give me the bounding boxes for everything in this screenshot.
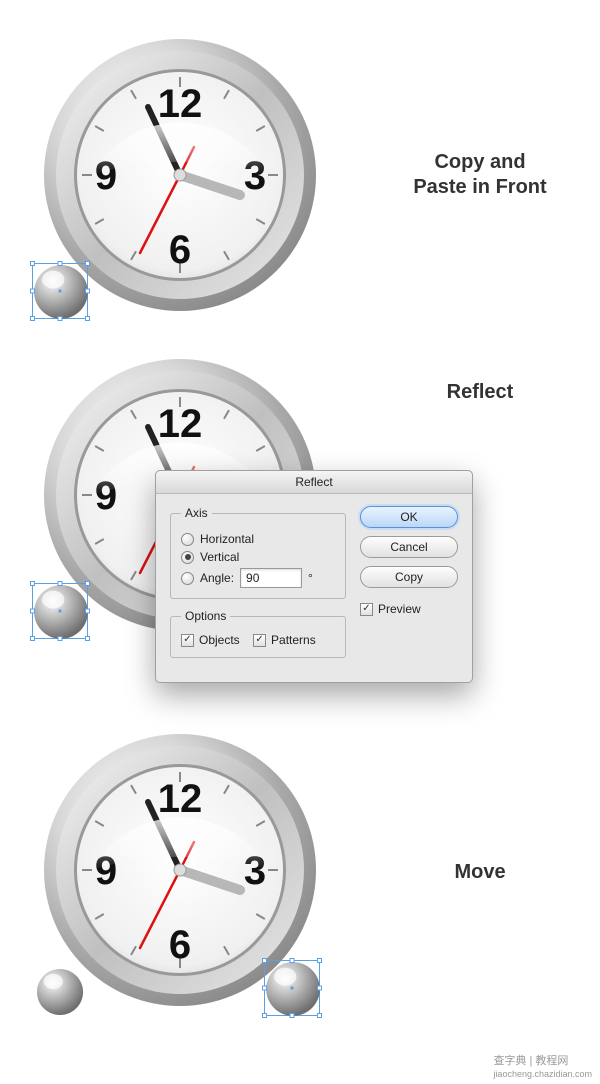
- options-fieldset: Options Objects Patterns: [170, 609, 346, 658]
- checkbox-patterns[interactable]: [253, 634, 266, 647]
- degree-symbol: °: [308, 571, 313, 585]
- reflect-dialog: Reflect Axis Horizontal Vertical Angle:: [155, 470, 473, 683]
- radio-vertical[interactable]: [181, 551, 194, 564]
- axis-fieldset: Axis Horizontal Vertical Angle: 90 °: [170, 506, 346, 599]
- options-legend: Options: [181, 609, 230, 623]
- watermark: 查字典 | 教程网 jiaocheng.chazidian.com: [493, 1052, 592, 1080]
- radio-horizontal[interactable]: [181, 533, 194, 546]
- step-caption: Move: [400, 860, 560, 885]
- clock-foot-left: [36, 968, 84, 1021]
- copy-button[interactable]: Copy: [360, 566, 458, 588]
- angle-label: Angle:: [200, 571, 234, 585]
- checkbox-patterns-label: Patterns: [271, 633, 316, 647]
- radio-horizontal-label: Horizontal: [200, 532, 254, 546]
- dialog-title: Reflect: [156, 471, 472, 494]
- step-caption: Reflect: [400, 380, 560, 405]
- checkbox-objects-label: Objects: [199, 633, 240, 647]
- angle-input[interactable]: 90: [240, 568, 302, 588]
- cancel-button[interactable]: Cancel: [360, 536, 458, 558]
- radio-angle[interactable]: [181, 572, 194, 585]
- checkbox-preview[interactable]: [360, 603, 373, 616]
- axis-legend: Axis: [181, 506, 212, 520]
- radio-vertical-label: Vertical: [200, 550, 239, 564]
- ok-button[interactable]: OK: [360, 506, 458, 528]
- checkbox-preview-label: Preview: [378, 602, 421, 616]
- selection-bounding-box[interactable]: [32, 583, 88, 639]
- step-caption: Copy and Paste in Front: [400, 150, 560, 200]
- selection-bounding-box[interactable]: [32, 263, 88, 319]
- selection-bounding-box[interactable]: [264, 960, 320, 1016]
- checkbox-objects[interactable]: [181, 634, 194, 647]
